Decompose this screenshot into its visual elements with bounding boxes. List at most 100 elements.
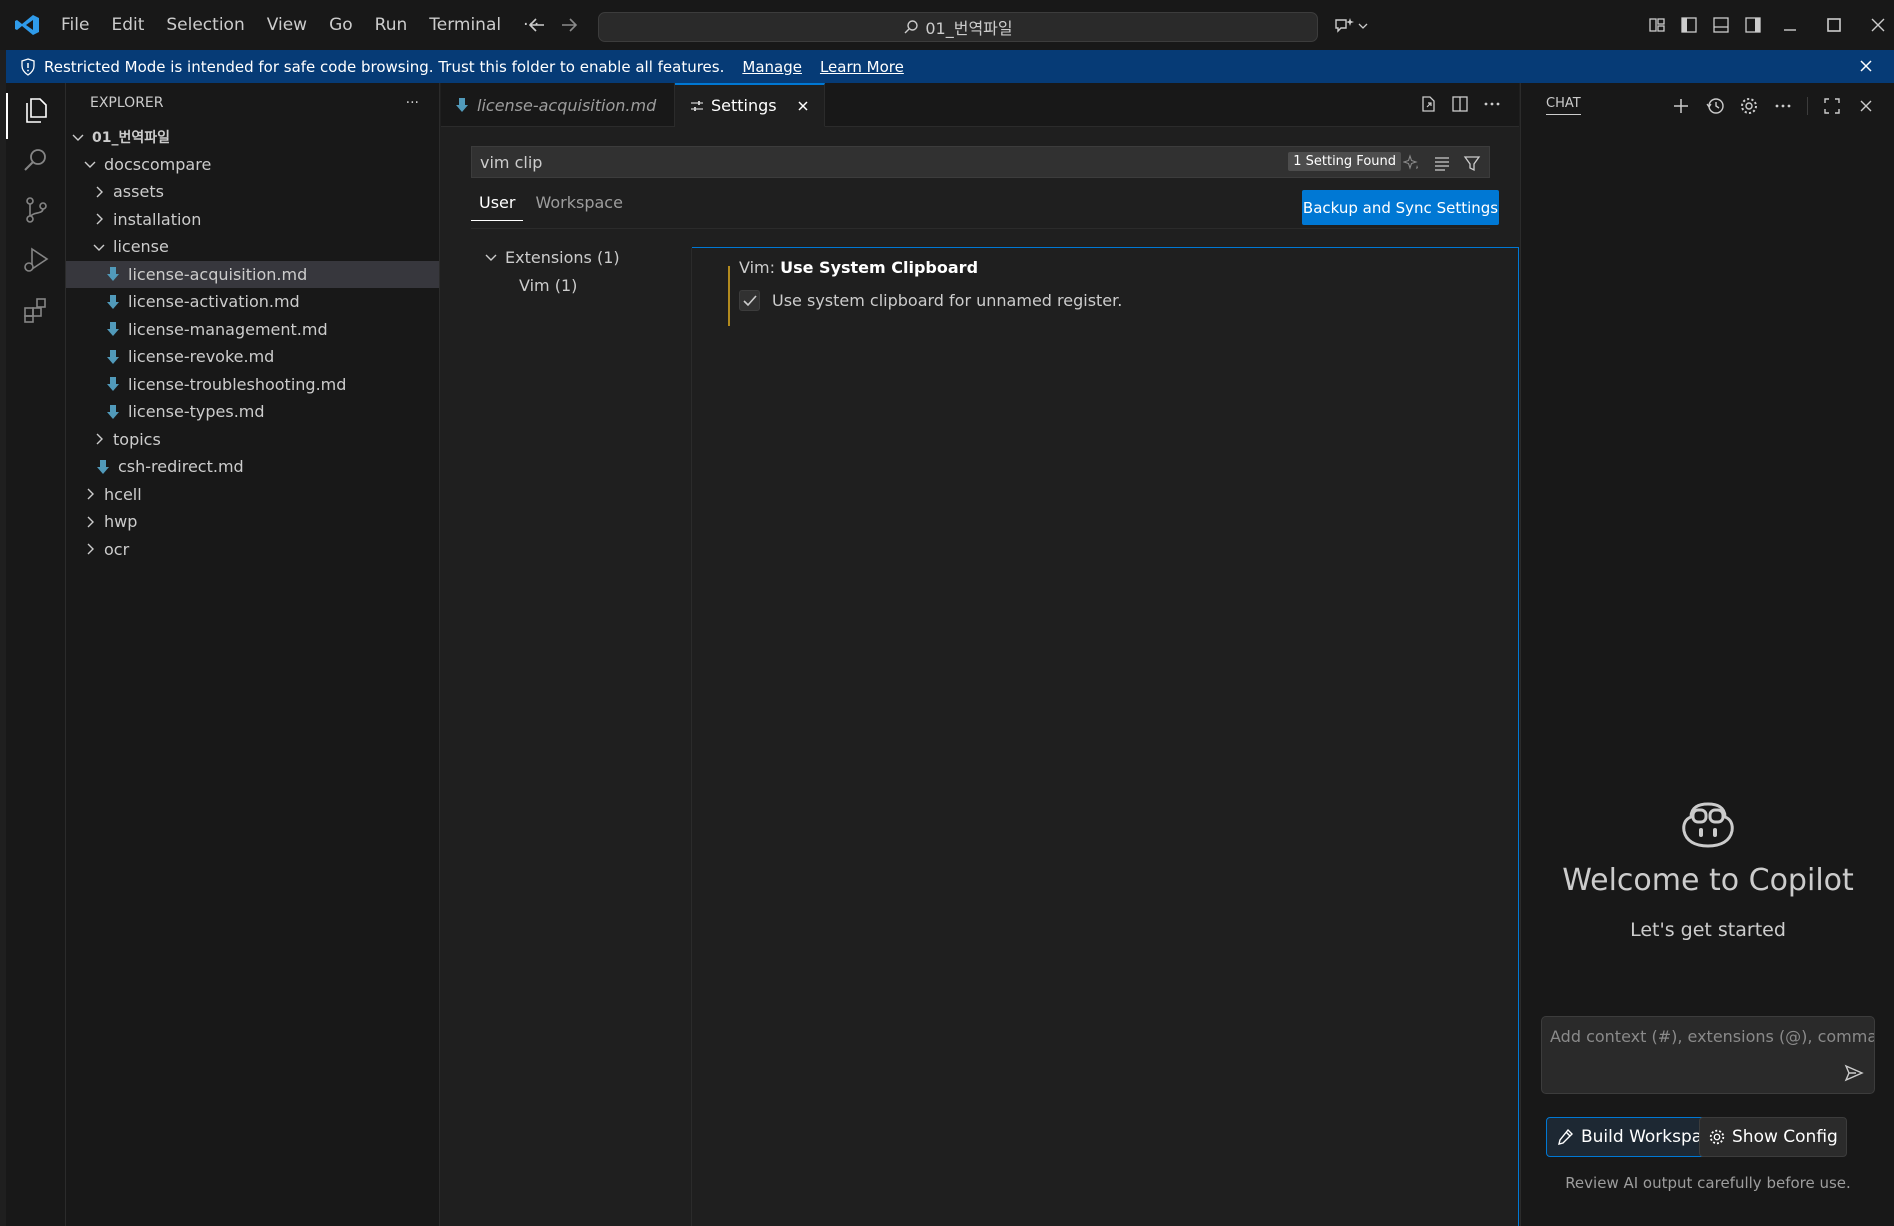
tree-file-license-management[interactable]: license-management.md xyxy=(66,316,439,344)
tree-label: license-activation.md xyxy=(128,292,300,312)
filter-icon[interactable] xyxy=(1463,154,1481,172)
menu-run[interactable]: Run xyxy=(364,15,419,35)
clear-filter-list-icon[interactable] xyxy=(1433,154,1451,172)
tree-folder-assets[interactable]: assets xyxy=(66,178,439,206)
extensions-icon[interactable] xyxy=(21,295,51,325)
toggle-panel-icon[interactable] xyxy=(1712,16,1730,34)
tree-folder-docscompare[interactable]: docscompare xyxy=(66,151,439,179)
setting-category: Vim: xyxy=(739,258,781,277)
menu-go[interactable]: Go xyxy=(318,15,364,35)
tree-folder-hwp[interactable]: hwp xyxy=(66,508,439,536)
chat-input[interactable]: Add context (#), extensions (@), command… xyxy=(1541,1016,1875,1094)
markdown-file-icon xyxy=(107,349,119,364)
tree-label: assets xyxy=(113,182,164,202)
forward-arrow-icon[interactable] xyxy=(558,12,580,38)
more-actions-icon[interactable] xyxy=(1483,95,1501,113)
close-tab-icon[interactable] xyxy=(796,99,810,113)
chat-panel: CHAT Welcome to Copilot Let's get starte… xyxy=(1520,83,1894,1226)
banner-learn-more-link[interactable]: Learn More xyxy=(820,58,904,76)
toggle-primary-sidebar-icon[interactable] xyxy=(1680,16,1698,34)
settings-list-panel: Vim: Use System Clipboard Use system cli… xyxy=(692,247,1519,1226)
toc-item-extensions[interactable]: Extensions (1) xyxy=(471,243,620,271)
customize-layout-icon[interactable] xyxy=(1648,16,1666,34)
back-arrow-icon[interactable] xyxy=(526,12,548,38)
settings-search-input[interactable]: vim clip 1 Setting Found xyxy=(471,146,1490,178)
history-icon[interactable] xyxy=(1705,96,1725,116)
menu-terminal[interactable]: Terminal xyxy=(418,15,512,35)
open-settings-json-icon[interactable] xyxy=(1419,95,1437,113)
close-banner-icon[interactable] xyxy=(1858,58,1874,74)
explorer-more-actions[interactable]: ··· xyxy=(406,95,419,111)
split-editor-icon[interactable] xyxy=(1451,95,1469,113)
chevron-down-icon xyxy=(485,254,497,261)
tree-file-license-revoke[interactable]: license-revoke.md xyxy=(66,343,439,371)
tree-folder-installation[interactable]: installation xyxy=(66,206,439,234)
menu-file[interactable]: File xyxy=(50,15,100,35)
source-control-icon[interactable] xyxy=(21,195,51,225)
menu-edit[interactable]: Edit xyxy=(100,15,155,35)
tree-folder-license[interactable]: license xyxy=(66,233,439,261)
use-system-clipboard-checkbox[interactable] xyxy=(739,290,760,311)
copilot-menu-button[interactable] xyxy=(1333,16,1369,36)
maximize-panel-icon[interactable] xyxy=(1822,96,1842,116)
tree-label: license-troubleshooting.md xyxy=(128,374,347,394)
setting-title: Vim: Use System Clipboard xyxy=(739,258,978,277)
tree-folder-ocr[interactable]: ocr xyxy=(66,536,439,564)
search-activity-icon[interactable] xyxy=(21,145,51,175)
tab-settings[interactable]: Settings xyxy=(675,83,825,127)
tree-label: license-management.md xyxy=(128,319,328,339)
tab-user[interactable]: User xyxy=(471,193,524,221)
tree-label: license-types.md xyxy=(128,402,265,422)
command-center-search[interactable]: 01_번역파일 xyxy=(598,12,1318,42)
tree-label: installation xyxy=(113,209,202,229)
vscode-logo-icon xyxy=(15,15,39,35)
send-icon[interactable] xyxy=(1844,1063,1864,1083)
chat-disclaimer: Review AI output carefully before use. xyxy=(1565,1174,1851,1192)
tab-label: license-acquisition.md xyxy=(477,95,657,115)
more-actions-icon[interactable] xyxy=(1773,96,1793,116)
nav-arrows xyxy=(526,12,580,38)
active-indicator xyxy=(6,93,8,139)
banner-manage-link[interactable]: Manage xyxy=(742,58,802,76)
new-chat-plus-icon[interactable] xyxy=(1671,96,1691,116)
toggle-secondary-sidebar-icon[interactable] xyxy=(1744,16,1762,34)
tree-root-folder[interactable]: 01_번역파일 xyxy=(66,123,439,151)
backup-sync-settings-button[interactable]: Backup and Sync Settings xyxy=(1302,190,1499,225)
chevron-right-icon xyxy=(87,516,94,528)
show-config-label: Show Config xyxy=(1732,1127,1838,1147)
menu-view[interactable]: View xyxy=(256,15,318,35)
chevron-right-icon xyxy=(96,213,103,225)
minimize-icon[interactable] xyxy=(1782,16,1798,34)
toc-item-vim[interactable]: Vim (1) xyxy=(471,271,620,299)
tree-folder-topics[interactable]: topics xyxy=(66,426,439,454)
ai-search-sparkle-icon[interactable] xyxy=(1403,154,1421,172)
tree-folder-hcell[interactable]: hcell xyxy=(66,481,439,509)
explorer-files-icon[interactable] xyxy=(21,95,51,125)
chevron-right-icon xyxy=(87,543,94,555)
tab-license-acquisition[interactable]: license-acquisition.md xyxy=(441,83,675,127)
show-config-button[interactable]: Show Config xyxy=(1699,1117,1847,1157)
tree-file-license-activation[interactable]: license-activation.md xyxy=(66,288,439,316)
close-window-icon[interactable] xyxy=(1870,16,1886,34)
chevron-down-icon xyxy=(72,134,84,141)
tree-label: docscompare xyxy=(104,154,212,174)
chevron-right-icon xyxy=(96,186,103,198)
run-debug-icon[interactable] xyxy=(21,245,51,275)
explorer-title: EXPLORER xyxy=(90,95,164,111)
tab-workspace[interactable]: Workspace xyxy=(527,193,630,221)
close-panel-icon[interactable] xyxy=(1856,96,1876,116)
maximize-icon[interactable] xyxy=(1826,16,1842,34)
menu-selection[interactable]: Selection xyxy=(155,15,255,35)
tree-file-license-troubleshooting[interactable]: license-troubleshooting.md xyxy=(66,371,439,399)
tree-label: 01_번역파일 xyxy=(92,129,171,146)
scope-divider xyxy=(471,228,1490,229)
tree-label: topics xyxy=(113,429,161,449)
tree-file-csh-redirect[interactable]: csh-redirect.md xyxy=(66,453,439,481)
setting-description: Use system clipboard for unnamed registe… xyxy=(772,291,1123,310)
chat-input-placeholder: Add context (#), extensions (@), command… xyxy=(1550,1027,1875,1046)
tree-file-license-types[interactable]: license-types.md xyxy=(66,398,439,426)
tree-file-license-acquisition[interactable]: license-acquisition.md xyxy=(66,260,439,288)
markdown-file-icon xyxy=(107,404,119,419)
gear-icon[interactable] xyxy=(1739,96,1759,116)
markdown-file-icon xyxy=(456,98,468,112)
